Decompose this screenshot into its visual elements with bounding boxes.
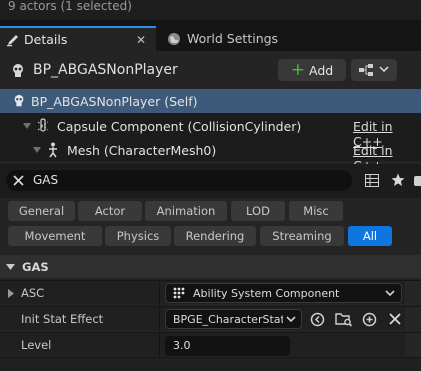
filter-general[interactable]: General bbox=[8, 201, 75, 221]
add-button-label: Add bbox=[309, 62, 334, 78]
details-pencil-icon bbox=[6, 33, 20, 47]
actor-title: BP_ABGASNonPlayer bbox=[33, 62, 178, 78]
globe-icon bbox=[167, 32, 181, 46]
asc-component-combo[interactable]: Ability System Component bbox=[165, 283, 402, 303]
tree-item-self[interactable]: BP_ABGASNonPlayer (Self) bbox=[0, 89, 421, 113]
chevron-down-icon bbox=[286, 316, 296, 323]
column-divider[interactable] bbox=[159, 333, 160, 357]
blueprint-tree-icon bbox=[359, 64, 373, 76]
search-row: GAS bbox=[0, 164, 421, 198]
level-value: 3.0 bbox=[173, 339, 191, 352]
tab-close-icon[interactable]: ✕ bbox=[136, 33, 146, 47]
column-divider[interactable] bbox=[159, 281, 160, 305]
tree-item-mesh[interactable]: Mesh (CharacterMesh0) Edit in C++ bbox=[0, 138, 421, 173]
search-input[interactable]: GAS bbox=[6, 170, 352, 191]
skull-actor-icon bbox=[12, 94, 26, 108]
filter-lod[interactable]: LOD bbox=[231, 201, 285, 221]
init-stat-effect-combo[interactable]: BPGE_CharacterStat bbox=[165, 309, 302, 329]
property-label-level: Level bbox=[21, 338, 52, 352]
actors-status: 9 actors (1 selected) bbox=[0, 0, 421, 20]
details-header: BP_ABGASNonPlayer + Add bbox=[0, 57, 421, 85]
plus-icon: + bbox=[290, 60, 306, 80]
property-row-partial bbox=[0, 357, 421, 371]
actors-count-text: 9 actors (1 selected) bbox=[8, 0, 132, 13]
component-tree: BP_ABGASNonPlayer (Self) Capsule Compone… bbox=[0, 89, 421, 173]
filter-physics[interactable]: Physics bbox=[105, 226, 171, 246]
tab-world-settings[interactable]: World Settings bbox=[158, 26, 358, 51]
star-icon[interactable] bbox=[391, 173, 405, 187]
category-filters: General Actor Animation LOD Misc Movemen… bbox=[0, 198, 421, 252]
tab-world-label: World Settings bbox=[187, 31, 279, 46]
more-options-icon[interactable] bbox=[414, 176, 421, 186]
property-label-init-stat: Init Stat Effect bbox=[21, 312, 104, 326]
tab-details[interactable]: Details ✕ bbox=[0, 26, 156, 51]
section-title: GAS bbox=[22, 260, 49, 274]
init-stat-combo-value: BPGE_CharacterStat bbox=[173, 313, 283, 326]
property-row-asc: ASC Ability System Component bbox=[0, 280, 421, 305]
plus-circle-icon[interactable] bbox=[362, 312, 377, 327]
filter-all[interactable]: All bbox=[348, 226, 392, 246]
expand-triangle-icon[interactable] bbox=[33, 147, 41, 153]
filter-misc[interactable]: Misc bbox=[289, 201, 343, 221]
filter-actor[interactable]: Actor bbox=[78, 201, 142, 221]
filter-movement[interactable]: Movement bbox=[8, 226, 102, 246]
chevron-down-icon bbox=[385, 290, 395, 297]
x-icon[interactable] bbox=[389, 313, 401, 325]
tree-item-capsule[interactable]: Capsule Component (CollisionCylinder) Ed… bbox=[0, 114, 421, 149]
reset-column bbox=[405, 307, 421, 331]
property-label-asc: ASC bbox=[21, 286, 45, 300]
filter-streaming[interactable]: Streaming bbox=[260, 226, 344, 246]
column-divider[interactable] bbox=[159, 307, 160, 331]
skull-actor-icon bbox=[10, 63, 26, 79]
level-number-input[interactable]: 3.0 bbox=[165, 336, 290, 356]
table-icon[interactable] bbox=[365, 174, 379, 187]
tree-item-capsule-label: Capsule Component (CollisionCylinder) bbox=[57, 119, 302, 134]
filter-animation[interactable]: Animation bbox=[145, 201, 227, 221]
blueprint-options-button[interactable] bbox=[351, 59, 397, 81]
expand-arrow-icon[interactable] bbox=[8, 289, 14, 298]
component-icon bbox=[173, 287, 185, 299]
reset-column bbox=[405, 333, 421, 357]
filter-rendering[interactable]: Rendering bbox=[174, 226, 256, 246]
asc-combo-value: Ability System Component bbox=[193, 287, 340, 300]
search-value: GAS bbox=[33, 173, 59, 187]
chevron-down-icon bbox=[379, 65, 389, 73]
add-component-button[interactable]: + Add bbox=[278, 59, 346, 81]
property-row-init-stat-effect: Init Stat Effect BPGE_CharacterStat bbox=[0, 306, 421, 331]
close-icon[interactable] bbox=[13, 175, 24, 186]
reset-column bbox=[405, 281, 421, 305]
tab-details-label: Details bbox=[24, 32, 68, 47]
skeletal-mesh-icon bbox=[46, 142, 60, 158]
capsule-icon bbox=[36, 118, 50, 134]
expand-triangle-icon[interactable] bbox=[23, 123, 31, 129]
folder-search-icon[interactable] bbox=[335, 311, 353, 327]
tab-bar: Details ✕ World Settings bbox=[0, 26, 421, 51]
property-row-level: Level 3.0 bbox=[0, 332, 421, 357]
tree-item-mesh-label: Mesh (CharacterMesh0) bbox=[67, 143, 217, 158]
triangle-down-icon bbox=[6, 264, 15, 270]
arrow-browse-icon[interactable] bbox=[310, 312, 325, 327]
section-header-gas[interactable]: GAS bbox=[0, 255, 421, 278]
tree-item-self-label: BP_ABGASNonPlayer (Self) bbox=[31, 94, 198, 109]
